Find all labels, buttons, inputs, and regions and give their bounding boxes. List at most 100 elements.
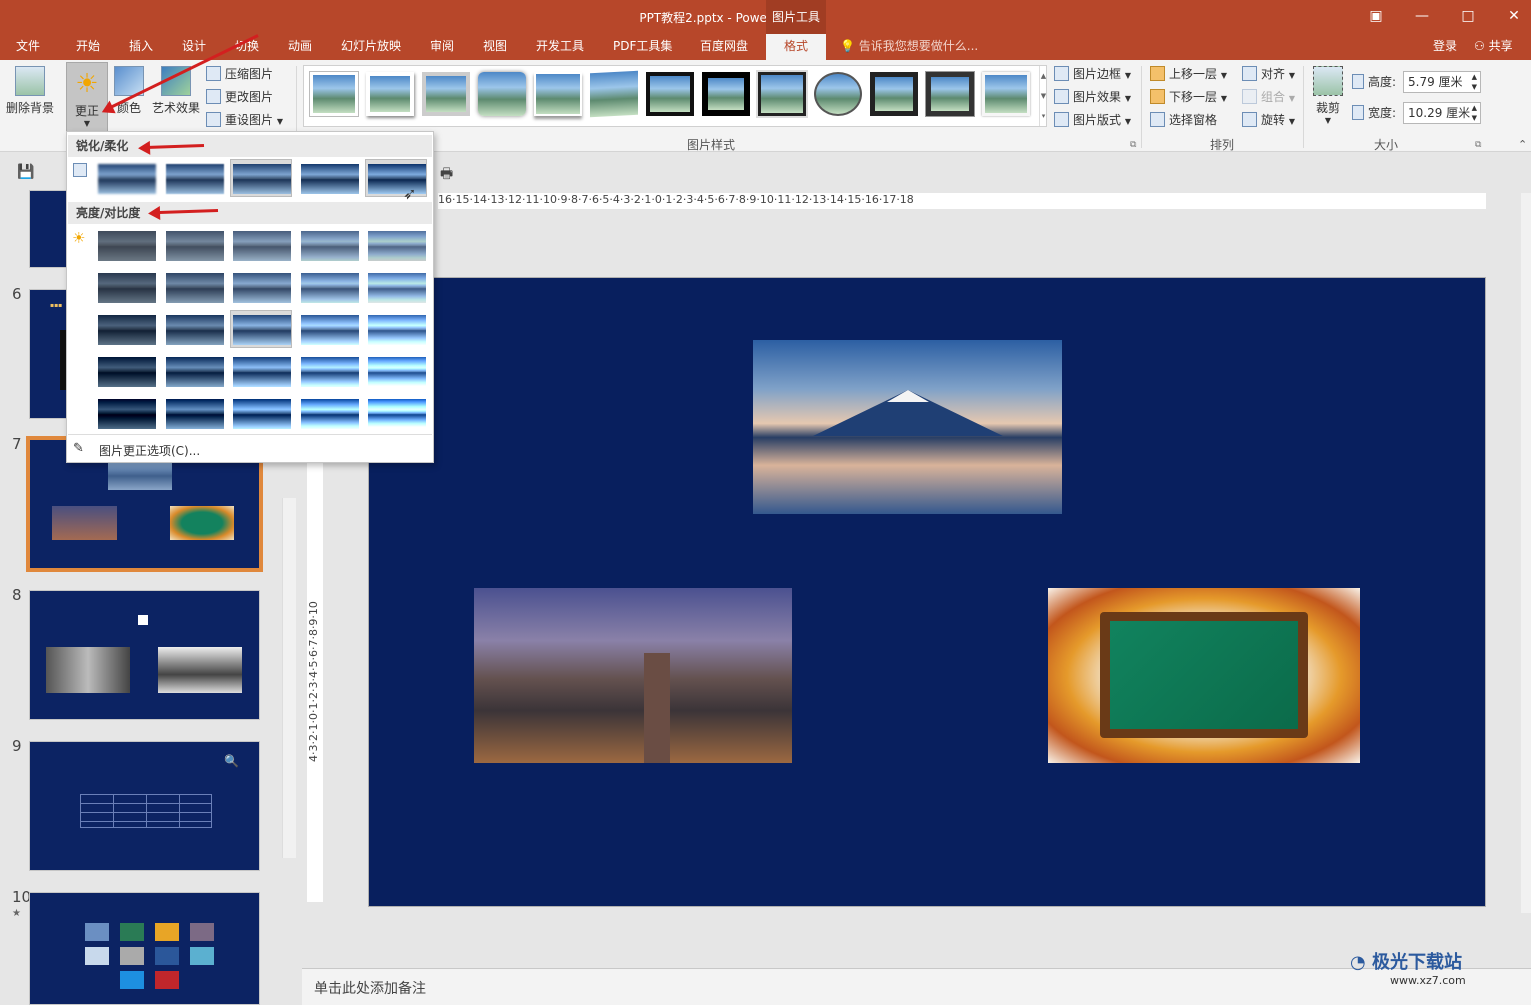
- collapse-ribbon-icon[interactable]: ⌃: [1518, 138, 1527, 151]
- picture-style-option[interactable]: [870, 72, 918, 116]
- tab-review[interactable]: 审阅: [430, 34, 454, 60]
- brightness-contrast-option[interactable]: [95, 226, 157, 264]
- picture-border-button[interactable]: 图片边框 ▼: [1054, 64, 1131, 84]
- minimize-icon[interactable]: —: [1412, 6, 1432, 26]
- autumn-blackboard-image[interactable]: [1048, 588, 1360, 763]
- brightness-contrast-option[interactable]: [365, 352, 427, 390]
- brightness-contrast-option[interactable]: [230, 268, 292, 306]
- close-icon[interactable]: ✕: [1504, 6, 1524, 26]
- tab-baidu-netdisk[interactable]: 百度网盘: [700, 34, 748, 60]
- slide-thumbnail-8[interactable]: [29, 590, 260, 720]
- save-icon[interactable]: 💾: [17, 164, 34, 180]
- tab-developer[interactable]: 开发工具: [536, 34, 584, 60]
- tab-view[interactable]: 视图: [483, 34, 507, 60]
- sharpen-50-option[interactable]: [365, 159, 427, 197]
- sharpen-25-option[interactable]: [298, 159, 360, 197]
- brightness-contrast-option[interactable]: [365, 226, 427, 264]
- notes-pane[interactable]: 单击此处添加备注: [302, 968, 1531, 1005]
- brightness-contrast-option[interactable]: [298, 394, 360, 432]
- brightness-contrast-option[interactable]: [163, 394, 225, 432]
- height-input[interactable]: 5.79 厘米 ▲ ▼: [1403, 71, 1481, 93]
- picture-style-option[interactable]: [646, 72, 694, 116]
- bring-forward-button[interactable]: 上移一层 ▼: [1150, 64, 1227, 84]
- tab-home[interactable]: 开始: [76, 34, 100, 60]
- reset-picture-button[interactable]: 重设图片 ▼: [206, 110, 283, 130]
- brightness-contrast-option[interactable]: [163, 352, 225, 390]
- tab-slideshow[interactable]: 幻灯片放映: [341, 34, 401, 60]
- crop-button[interactable]: 裁剪 ▼: [1310, 66, 1346, 125]
- picture-style-option[interactable]: [758, 72, 806, 116]
- soften-25-option[interactable]: [163, 159, 225, 197]
- brightness-contrast-option[interactable]: [365, 394, 427, 432]
- brightness-contrast-option[interactable]: [230, 310, 292, 348]
- picture-style-option[interactable]: [926, 72, 974, 116]
- brightness-contrast-option[interactable]: [298, 226, 360, 264]
- tab-insert[interactable]: 插入: [129, 34, 153, 60]
- dialog-launcher-icon[interactable]: ⧉: [1130, 140, 1136, 150]
- mountain-lake-image[interactable]: [753, 340, 1062, 514]
- align-button[interactable]: 对齐 ▼: [1242, 64, 1295, 84]
- group-button[interactable]: 组合 ▼: [1242, 87, 1295, 107]
- brightness-contrast-option[interactable]: [163, 310, 225, 348]
- compress-pictures-button[interactable]: 压缩图片: [206, 64, 273, 84]
- slide-thumbnail-9[interactable]: 🔍: [29, 741, 260, 871]
- slide-panel-scrollbar[interactable]: [282, 498, 296, 858]
- share-button[interactable]: ⚇ 共享: [1474, 34, 1513, 60]
- brightness-contrast-option[interactable]: [298, 268, 360, 306]
- picture-style-option[interactable]: [310, 72, 358, 116]
- brightness-contrast-option[interactable]: [365, 268, 427, 306]
- picture-style-option[interactable]: [982, 72, 1030, 116]
- sharpen-0-option[interactable]: [230, 159, 292, 197]
- picture-style-option[interactable]: [366, 72, 414, 116]
- print-preview-icon[interactable]: 🖶: [440, 163, 453, 187]
- tab-file[interactable]: 文件: [16, 34, 40, 60]
- slide-thumbnail-10[interactable]: [29, 892, 260, 1005]
- brightness-contrast-option[interactable]: [95, 268, 157, 306]
- city-night-image[interactable]: [474, 588, 792, 763]
- soften-50-option[interactable]: [95, 159, 157, 197]
- selection-pane-button[interactable]: 选择窗格: [1150, 110, 1217, 130]
- tab-pdf-tools[interactable]: PDF工具集: [613, 34, 672, 60]
- tab-design[interactable]: 设计: [182, 34, 206, 60]
- rotate-button[interactable]: 旋转 ▼: [1242, 110, 1295, 130]
- tell-me-search[interactable]: 💡 告诉我您想要做什么...: [840, 34, 978, 60]
- gallery-scroll-icon[interactable]: ▲ ▼ ▾: [1039, 66, 1047, 126]
- brightness-contrast-option[interactable]: [365, 310, 427, 348]
- width-input[interactable]: 10.29 厘米 ▲ ▼: [1403, 102, 1481, 124]
- brightness-contrast-option[interactable]: [163, 226, 225, 264]
- brightness-contrast-option[interactable]: [95, 310, 157, 348]
- sharpen-soften-header: 锐化/柔化: [68, 135, 432, 157]
- picture-style-option[interactable]: [534, 72, 582, 116]
- picture-effects-button[interactable]: 图片效果 ▼: [1054, 87, 1131, 107]
- restore-icon[interactable]: □: [1458, 6, 1478, 26]
- spinner-icon[interactable]: ▲ ▼: [1472, 103, 1477, 123]
- tab-format[interactable]: 格式: [766, 34, 826, 60]
- brightness-contrast-option[interactable]: [163, 268, 225, 306]
- dialog-launcher-icon[interactable]: ⧉: [1475, 140, 1481, 150]
- corrections-button[interactable]: ☀ 更正 ▼: [66, 62, 108, 132]
- picture-style-option[interactable]: [478, 72, 526, 116]
- ribbon-display-icon[interactable]: ▣: [1366, 6, 1386, 26]
- slide-canvas[interactable]: [368, 277, 1486, 907]
- picture-corrections-options-item[interactable]: 图片更正选项(C)...: [99, 442, 200, 459]
- brightness-contrast-option[interactable]: [298, 352, 360, 390]
- tab-animations[interactable]: 动画: [288, 34, 312, 60]
- picture-style-option[interactable]: [702, 72, 750, 116]
- brightness-contrast-option[interactable]: [95, 394, 157, 432]
- remove-background-button[interactable]: 删除背景: [4, 66, 56, 116]
- sign-in-link[interactable]: 登录: [1433, 34, 1457, 60]
- brightness-contrast-option[interactable]: [230, 352, 292, 390]
- spinner-icon[interactable]: ▲ ▼: [1472, 72, 1477, 92]
- picture-styles-gallery[interactable]: ▲ ▼ ▾: [303, 65, 1047, 127]
- picture-layout-button[interactable]: 图片版式 ▼: [1054, 110, 1131, 130]
- brightness-contrast-option[interactable]: [230, 226, 292, 264]
- picture-style-option[interactable]: [422, 72, 470, 116]
- change-picture-button[interactable]: 更改图片: [206, 87, 273, 107]
- picture-style-option[interactable]: [590, 70, 638, 118]
- brightness-contrast-option[interactable]: [298, 310, 360, 348]
- editor-scrollbar[interactable]: [1521, 193, 1531, 913]
- picture-style-option[interactable]: [814, 72, 862, 116]
- send-backward-button[interactable]: 下移一层 ▼: [1150, 87, 1227, 107]
- brightness-contrast-option[interactable]: [95, 352, 157, 390]
- brightness-contrast-option[interactable]: [230, 394, 292, 432]
